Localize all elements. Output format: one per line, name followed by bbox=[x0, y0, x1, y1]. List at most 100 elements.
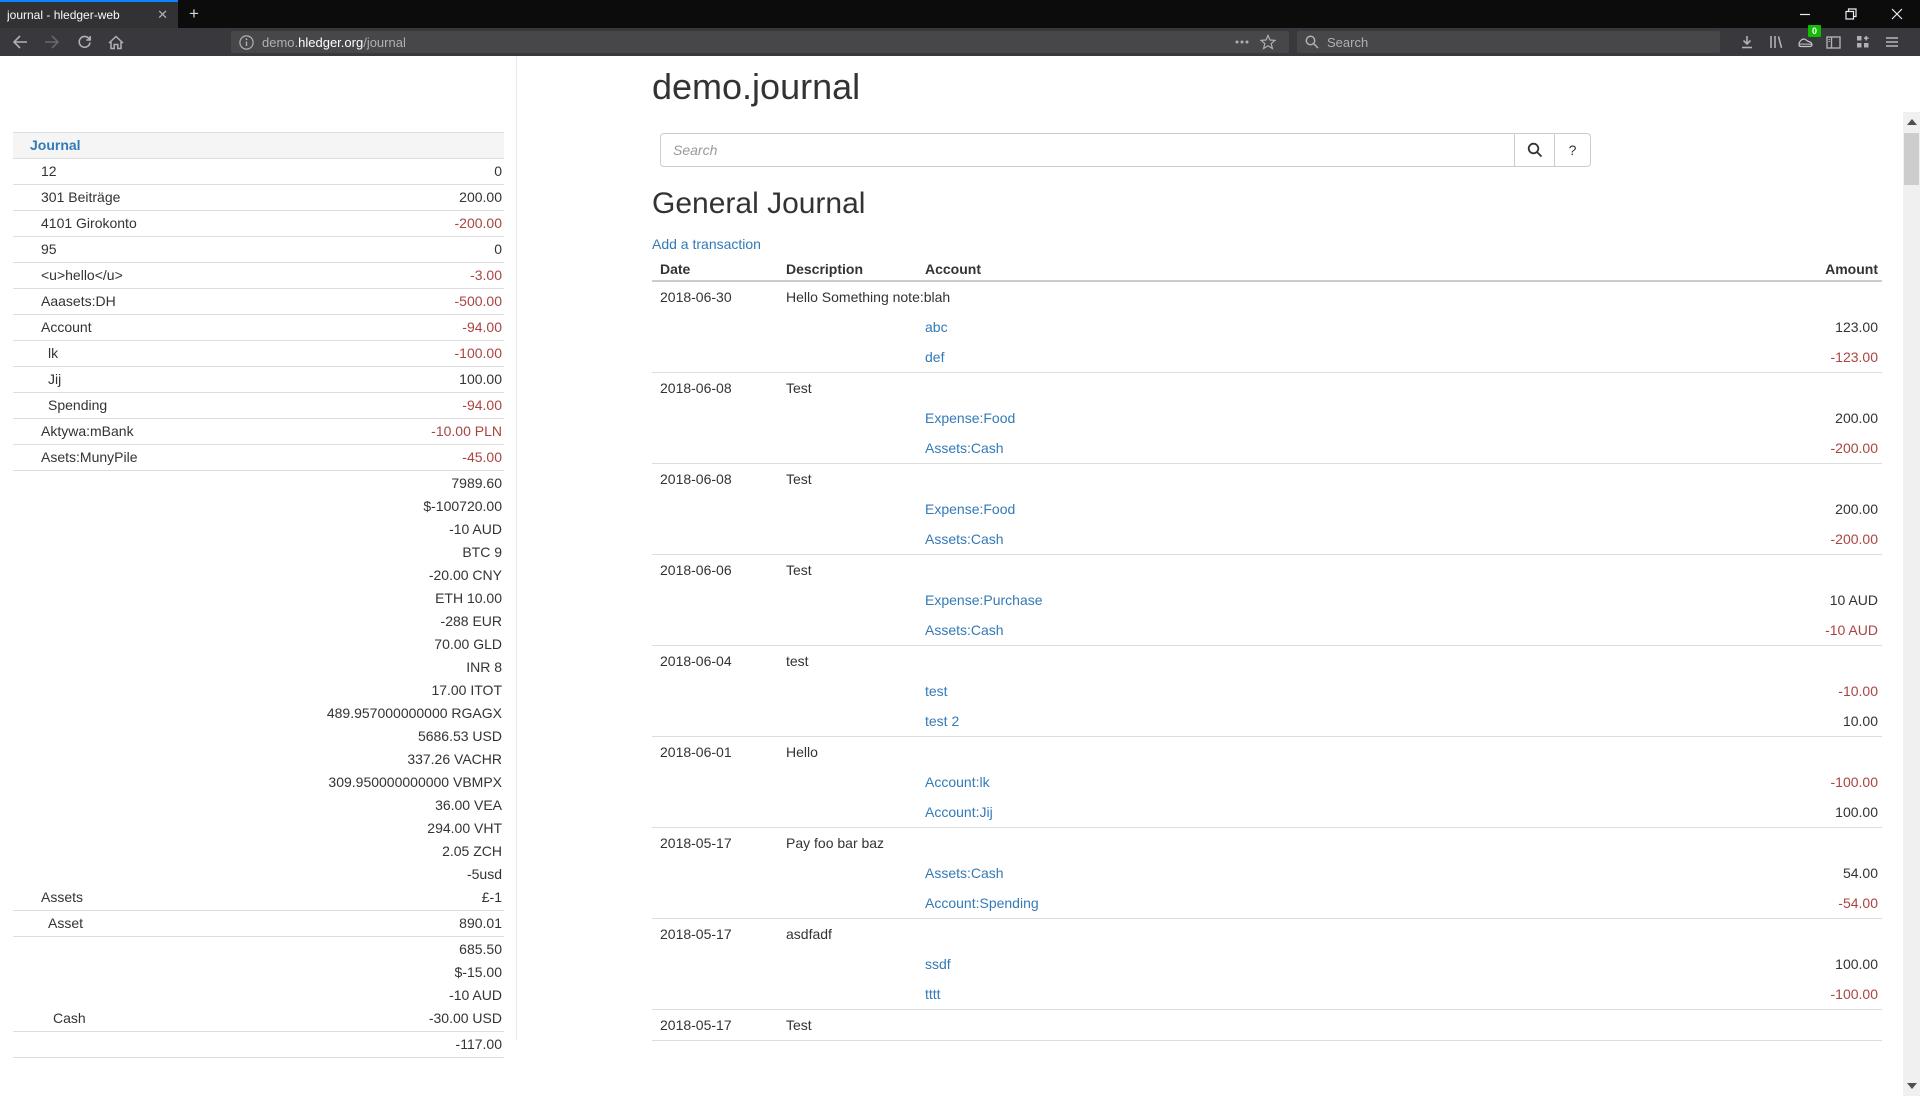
posting-account-link[interactable]: Expense:Purchase bbox=[925, 592, 1043, 608]
site-info-icon[interactable] bbox=[239, 35, 254, 50]
transaction-block: 2018-06-06TestExpense:Purchase10 AUDAsse… bbox=[652, 555, 1882, 646]
sidebar-table-body: Journal120301 Beiträge200.004101 Girokon… bbox=[13, 133, 504, 1058]
sidebars-icon[interactable] bbox=[1819, 29, 1848, 55]
sidebar-account-link[interactable]: 12 bbox=[41, 163, 57, 179]
balance-amount: -20.00 CNY bbox=[259, 564, 503, 587]
tab-close-icon[interactable]: ✕ bbox=[154, 7, 171, 23]
journal-search-input[interactable] bbox=[660, 133, 1515, 167]
scroll-up-icon[interactable] bbox=[1907, 119, 1917, 125]
sidebar-account-balance: -94.00 bbox=[259, 315, 505, 341]
scroll-down-icon[interactable] bbox=[1907, 1083, 1917, 1089]
add-transaction-link[interactable]: Add a transaction bbox=[652, 236, 761, 252]
overflow-grid-icon[interactable] bbox=[1848, 29, 1877, 55]
posting-account-link[interactable]: Expense:Food bbox=[925, 501, 1015, 517]
sidebar-account-link[interactable]: Asset bbox=[48, 915, 83, 931]
transaction-title-row[interactable]: 2018-06-01Hello bbox=[652, 737, 1882, 768]
posting-account-link[interactable]: Account:Jij bbox=[925, 804, 993, 820]
sidebar-account-link[interactable]: 95 bbox=[41, 241, 57, 257]
sidebar-account-link[interactable]: Asets:MunyPile bbox=[41, 449, 137, 465]
new-tab-button[interactable]: + bbox=[178, 0, 210, 28]
page-scrollbar[interactable] bbox=[1903, 112, 1920, 1096]
scrollbar-thumb[interactable] bbox=[1904, 133, 1919, 185]
transaction-description: Test bbox=[778, 373, 1882, 404]
posting-account-link[interactable]: test bbox=[925, 683, 948, 699]
sidebar-account-link[interactable]: Assets bbox=[41, 889, 83, 905]
back-button[interactable] bbox=[4, 29, 36, 55]
posting-account-link[interactable]: Assets:Cash bbox=[925, 440, 1004, 456]
transaction-title-row[interactable]: 2018-06-04test bbox=[652, 646, 1882, 677]
downloads-icon[interactable] bbox=[1732, 29, 1761, 55]
bookmark-star-icon[interactable] bbox=[1255, 31, 1281, 53]
browser-search-bar[interactable]: Search bbox=[1297, 31, 1720, 53]
sidebar-account-row: Asset890.01 bbox=[13, 911, 504, 937]
tab-title: journal - hledger-web bbox=[7, 8, 154, 22]
search-icon bbox=[1305, 35, 1319, 49]
transaction-title-row[interactable]: 2018-05-17asdfadf bbox=[652, 919, 1882, 950]
posting-account-link[interactable]: Assets:Cash bbox=[925, 865, 1004, 881]
transaction-title-row[interactable]: 2018-06-08Test bbox=[652, 464, 1882, 495]
library-icon[interactable] bbox=[1761, 29, 1790, 55]
posting-account-link[interactable]: tttt bbox=[925, 986, 941, 1002]
menu-hamburger-icon[interactable] bbox=[1877, 29, 1906, 55]
url-bar[interactable]: demo.hledger.org/journal bbox=[231, 31, 1289, 53]
posting-amount: -54.00 bbox=[1702, 888, 1882, 919]
balance-amount: -10 AUD bbox=[259, 984, 503, 1007]
sidebar-account-balance: -94.00 bbox=[259, 393, 505, 419]
sidebar-account-link[interactable]: lk bbox=[48, 345, 58, 361]
posting-account-link[interactable]: def bbox=[925, 349, 944, 365]
posting-row: Assets:Cash54.00 bbox=[652, 858, 1882, 888]
posting-account-link[interactable]: Account:Spending bbox=[925, 895, 1039, 911]
forward-button[interactable] bbox=[36, 29, 68, 55]
sidebar-account-link[interactable]: Jij bbox=[48, 371, 61, 387]
journal-search-button[interactable] bbox=[1515, 133, 1555, 167]
transaction-title-row[interactable]: 2018-06-30Hello Something note:blah bbox=[652, 281, 1882, 312]
sidebar-account-link[interactable]: Aktywa:mBank bbox=[41, 423, 134, 439]
posting-amount: -100.00 bbox=[1702, 979, 1882, 1010]
sidebar-account-link[interactable]: Account bbox=[41, 319, 92, 335]
sidebar-account-link[interactable]: Spending bbox=[48, 397, 107, 413]
balance-amount: -3.00 bbox=[259, 264, 503, 287]
sidebar-account-link[interactable]: Cash bbox=[53, 1010, 86, 1026]
balance-amount: -30.00 USD bbox=[259, 1007, 503, 1030]
sidebar-scrollbar[interactable] bbox=[516, 56, 517, 1040]
sidebar-account-link[interactable]: <u>hello</u> bbox=[41, 267, 123, 283]
extension-icon[interactable]: 0 bbox=[1790, 29, 1819, 55]
posting-account-link[interactable]: Account:lk bbox=[925, 774, 990, 790]
journal-nav-link[interactable]: Journal bbox=[30, 137, 81, 153]
sidebar-account-balance: 7989.60$-100720.00-10 AUDBTC 9-20.00 CNY… bbox=[259, 471, 505, 911]
posting-account-link[interactable]: Assets:Cash bbox=[925, 622, 1004, 638]
posting-account-link[interactable]: Expense:Food bbox=[925, 410, 1015, 426]
balance-amount: 0 bbox=[259, 160, 503, 183]
transaction-description: Pay foo bar baz bbox=[778, 828, 1882, 859]
browser-tab[interactable]: journal - hledger-web ✕ bbox=[0, 0, 178, 28]
balance-amount: 70.00 GLD bbox=[259, 633, 503, 656]
posting-account-link[interactable]: ssdf bbox=[925, 956, 951, 972]
sidebar-account-link[interactable]: 4101 Girokonto bbox=[41, 215, 137, 231]
home-button[interactable] bbox=[100, 29, 132, 55]
posting-amount: 100.00 bbox=[1702, 797, 1882, 828]
balance-amount: -100.00 bbox=[259, 342, 503, 365]
close-window-button[interactable] bbox=[1874, 0, 1920, 28]
sidebar-accounts-table: Journal120301 Beiträge200.004101 Girokon… bbox=[13, 132, 504, 1058]
transaction-title-row[interactable]: 2018-05-17Test bbox=[652, 1010, 1882, 1041]
transaction-date: 2018-06-08 bbox=[652, 373, 778, 404]
sidebar-account-row: Aaasets:DH -500.00 bbox=[13, 289, 504, 315]
restore-button[interactable] bbox=[1828, 0, 1874, 28]
minimize-button[interactable] bbox=[1782, 0, 1828, 28]
sidebar-account-link[interactable]: 301 Beiträge bbox=[41, 189, 120, 205]
transaction-title-row[interactable]: 2018-06-08Test bbox=[652, 373, 1882, 404]
posting-account-link[interactable]: abc bbox=[925, 319, 948, 335]
transaction-title-row[interactable]: 2018-06-06Test bbox=[652, 555, 1882, 586]
sidebar-account-balance: -500.00 bbox=[259, 289, 505, 315]
transaction-description: Hello Something note:blah bbox=[778, 281, 1882, 312]
sidebar-account-link[interactable]: Aaasets:DH bbox=[41, 293, 116, 309]
sidebar-account-row: Asets:MunyPile-45.00 bbox=[13, 445, 504, 471]
search-help-button[interactable]: ? bbox=[1555, 133, 1591, 167]
posting-account-link[interactable]: test 2 bbox=[925, 713, 959, 729]
transaction-title-row[interactable]: 2018-05-17Pay foo bar baz bbox=[652, 828, 1882, 859]
balance-amount: 5686.53 USD bbox=[259, 725, 503, 748]
page-actions-icon[interactable] bbox=[1229, 31, 1255, 53]
transaction-date: 2018-06-01 bbox=[652, 737, 778, 768]
reload-button[interactable] bbox=[68, 29, 100, 55]
posting-account-link[interactable]: Assets:Cash bbox=[925, 531, 1004, 547]
